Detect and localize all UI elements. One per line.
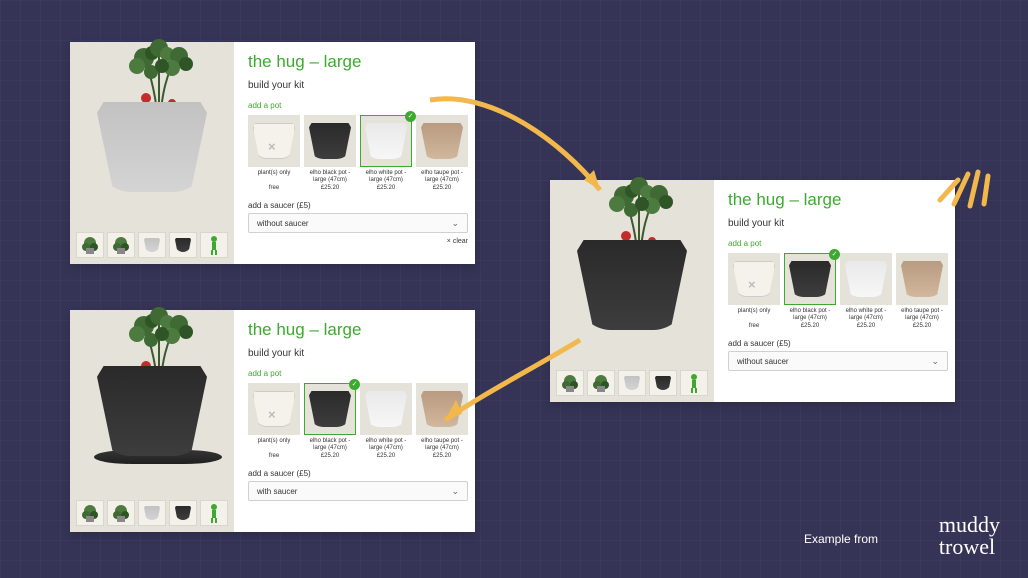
thumbnail[interactable] [107, 232, 135, 258]
product-gallery [70, 42, 234, 264]
product-gallery [70, 310, 234, 532]
pot-option-black[interactable]: ✓ elho black pot - large (47cm) £25.20 [304, 383, 356, 459]
clear-button[interactable]: × clear [248, 238, 468, 245]
saucer-label: add a saucer (£5) [248, 201, 468, 210]
hero-image[interactable] [556, 186, 708, 336]
chevron-down-icon: ⌄ [451, 218, 459, 229]
subtitle: build your kit [248, 348, 468, 359]
pot-option-plants-only[interactable]: × plant(s) only free [728, 253, 780, 329]
product-title: the hug – large [728, 190, 948, 210]
pot-option-white[interactable]: elho white pot - large (47cm) £25.20 [840, 253, 892, 329]
thumbnail[interactable] [680, 370, 708, 396]
product-config: the hug – large build your kit add a pot… [714, 180, 962, 402]
add-pot-label: add a pot [248, 101, 468, 110]
pot-options: × plant(s) only free ✓ elho black pot - … [728, 253, 948, 329]
pot-option-taupe[interactable]: elho taupe pot - large (47cm) £25.20 [416, 383, 468, 459]
pot-option-plants-only[interactable]: × plant(s) only free [248, 115, 300, 191]
thumbnail[interactable] [649, 370, 677, 396]
pot-options: × plant(s) only free elho black pot - la… [248, 115, 468, 191]
pot-options: × plant(s) only free ✓ elho black pot - … [248, 383, 468, 459]
product-gallery [550, 180, 714, 402]
saucer-select[interactable]: with saucer ⌄ [248, 481, 468, 501]
thumbnail[interactable] [618, 370, 646, 396]
thumbnail[interactable] [107, 500, 135, 526]
thumbnail[interactable] [587, 370, 615, 396]
product-config: the hug – large build your kit add a pot… [234, 42, 482, 264]
saucer-select[interactable]: without saucer ⌄ [728, 351, 948, 371]
saucer-label: add a saucer (£5) [728, 339, 948, 348]
pot-option-taupe[interactable]: elho taupe pot - large (47cm) £25.20 [896, 253, 948, 329]
product-card: the hug – large build your kit add a pot… [550, 180, 955, 402]
thumbnail[interactable] [169, 500, 197, 526]
add-pot-label: add a pot [248, 369, 468, 378]
pot-option-white[interactable]: elho white pot - large (47cm) £25.20 [360, 383, 412, 459]
gallery-thumbnails [76, 232, 228, 258]
chevron-down-icon: ⌄ [451, 486, 459, 497]
subtitle: build your kit [248, 80, 468, 91]
gallery-thumbnails [556, 370, 708, 396]
pot-option-white[interactable]: ✓ elho white pot - large (47cm) £25.20 [360, 115, 412, 191]
product-config: the hug – large build your kit add a pot… [234, 310, 482, 532]
saucer-select[interactable]: without saucer ⌄ [248, 213, 468, 233]
pot-option-taupe[interactable]: elho taupe pot - large (47cm) £25.20 [416, 115, 468, 191]
pot-option-black[interactable]: ✓ elho black pot - large (47cm) £25.20 [784, 253, 836, 329]
hero-image[interactable] [76, 48, 228, 198]
check-icon: ✓ [829, 249, 840, 260]
thumbnail[interactable] [76, 500, 104, 526]
add-pot-label: add a pot [728, 239, 948, 248]
thumbnail[interactable] [138, 500, 166, 526]
product-title: the hug – large [248, 320, 468, 340]
brand-logo: muddy trowel [939, 514, 1000, 558]
check-icon: ✓ [349, 379, 360, 390]
thumbnail[interactable] [200, 500, 228, 526]
chevron-down-icon: ⌄ [931, 356, 939, 367]
hero-image[interactable] [76, 316, 228, 466]
thumbnail[interactable] [556, 370, 584, 396]
product-title: the hug – large [248, 52, 468, 72]
gallery-thumbnails [76, 500, 228, 526]
thumbnail[interactable] [200, 232, 228, 258]
subtitle: build your kit [728, 218, 948, 229]
thumbnail[interactable] [76, 232, 104, 258]
thumbnail[interactable] [138, 232, 166, 258]
thumbnail[interactable] [169, 232, 197, 258]
product-card: the hug – large build your kit add a pot… [70, 42, 475, 264]
pot-option-plants-only[interactable]: × plant(s) only free [248, 383, 300, 459]
example-from-label: Example from [804, 532, 878, 546]
product-card: the hug – large build your kit add a pot… [70, 310, 475, 532]
pot-option-black[interactable]: elho black pot - large (47cm) £25.20 [304, 115, 356, 191]
saucer-label: add a saucer (£5) [248, 469, 468, 478]
check-icon: ✓ [405, 111, 416, 122]
